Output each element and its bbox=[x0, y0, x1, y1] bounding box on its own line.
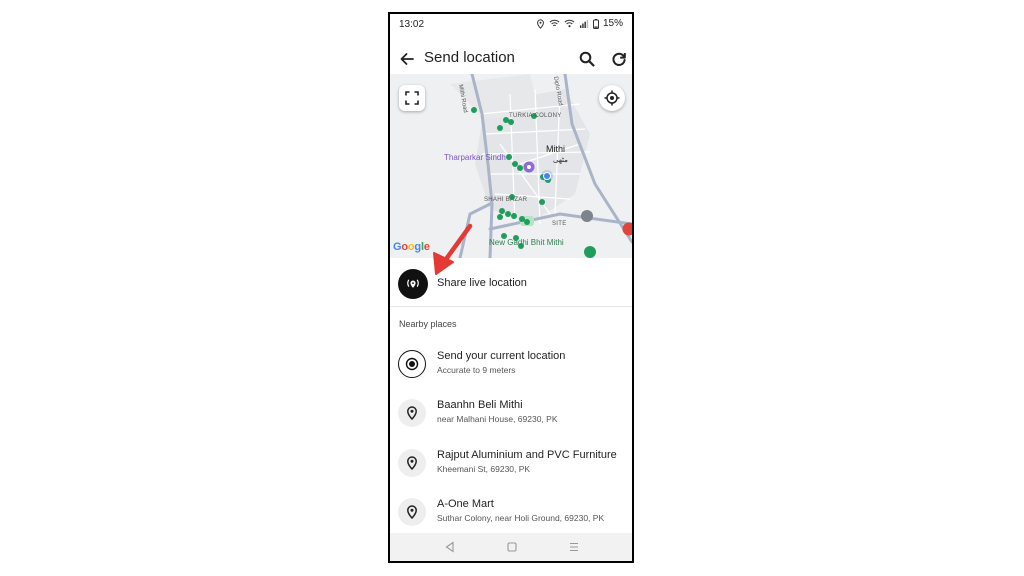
send-current-location-item[interactable]: Send your current location Accurate to 9… bbox=[390, 343, 632, 387]
place-title: Rajput Aluminium and PVC Furniture bbox=[437, 449, 617, 461]
map-canvas bbox=[450, 74, 632, 258]
place-pin-circle bbox=[398, 498, 426, 526]
map-view[interactable]: Mithi Road Diplo Road TURKIA COLONY Thar… bbox=[390, 74, 632, 258]
current-location-title: Send your current location bbox=[437, 350, 566, 362]
nav-back-icon[interactable] bbox=[443, 540, 457, 554]
current-location-icon bbox=[405, 357, 419, 371]
location-icon bbox=[537, 18, 544, 29]
current-location-subtitle: Accurate to 9 meters bbox=[437, 365, 516, 375]
map-label-turkia: TURKIA COLONY bbox=[509, 113, 562, 119]
place-pin-circle bbox=[398, 399, 426, 427]
list-item[interactable]: Rajput Aluminium and PVC Furniture Kheem… bbox=[390, 442, 632, 486]
place-title: A-One Mart bbox=[437, 498, 494, 510]
fullscreen-icon bbox=[405, 91, 419, 105]
share-live-label: Share live location bbox=[437, 277, 527, 289]
place-subtitle: Suthar Colony, near Holi Ground, 69230, … bbox=[437, 513, 605, 523]
my-location-icon bbox=[604, 90, 620, 106]
status-time: 13:02 bbox=[399, 19, 425, 30]
map-label-shahi-bazar: SHAHI BAZAR bbox=[484, 197, 528, 203]
fullscreen-button[interactable] bbox=[399, 85, 425, 111]
list-item[interactable]: A-One Mart Suthar Colony, near Holi Grou… bbox=[390, 491, 632, 535]
wifi-call-icon bbox=[564, 19, 575, 28]
map-label-tharparkar: Tharparkar Sindh bbox=[444, 153, 506, 162]
nav-recents-icon[interactable] bbox=[567, 540, 581, 554]
share-live-location-button[interactable]: Share live location bbox=[390, 262, 632, 307]
place-subtitle: Kheemani St, 69230, PK bbox=[437, 464, 531, 474]
map-pin-icon bbox=[407, 456, 417, 470]
share-live-icon-circle bbox=[398, 269, 428, 299]
place-title: Baanhn Beli Mithi bbox=[437, 399, 523, 411]
system-nav-bar bbox=[390, 533, 632, 561]
map-label-site: SITE bbox=[552, 221, 567, 227]
arrow-left-icon[interactable] bbox=[397, 49, 417, 69]
current-location-icon-circle bbox=[398, 350, 426, 378]
signal-icon bbox=[579, 19, 589, 28]
refresh-icon[interactable] bbox=[609, 49, 629, 69]
list-item[interactable]: Baanhn Beli Mithi near Malhani House, 69… bbox=[390, 392, 632, 436]
status-bar: 13:02 15% bbox=[390, 14, 632, 36]
nav-home-icon[interactable] bbox=[505, 540, 519, 554]
search-icon[interactable] bbox=[577, 49, 597, 69]
app-bar: Send location bbox=[390, 44, 632, 74]
map-label-gadhi: New Gadhi Bhit Mithi bbox=[489, 238, 564, 247]
map-pin-icon bbox=[407, 406, 417, 420]
page-title: Send location bbox=[424, 49, 515, 66]
phone-screen: 13:02 15% Send location Mithi Road Diplo… bbox=[388, 12, 634, 563]
map-pin-icon bbox=[407, 505, 417, 519]
my-location-button[interactable] bbox=[599, 85, 625, 111]
google-logo: Google bbox=[393, 241, 430, 253]
place-pin-circle bbox=[398, 449, 426, 477]
battery-percent: 15% bbox=[602, 18, 623, 29]
status-icons: 15% bbox=[536, 18, 623, 29]
nearby-places-header: Nearby places bbox=[399, 319, 457, 329]
wifi-icon bbox=[549, 19, 560, 27]
live-location-icon bbox=[407, 279, 419, 288]
map-label-mithi: Mithi bbox=[546, 144, 566, 154]
battery-icon bbox=[592, 18, 599, 29]
place-subtitle: near Malhani House, 69230, PK bbox=[437, 414, 558, 424]
map-label-mithi-urdu: مٹھی bbox=[553, 157, 568, 164]
